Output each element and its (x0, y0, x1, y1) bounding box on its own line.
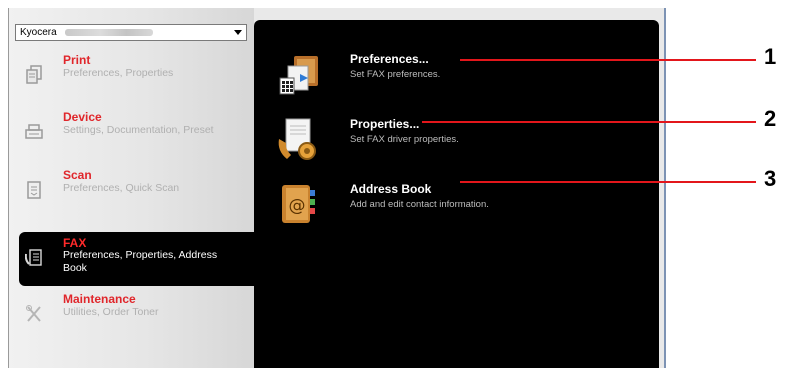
callout-line-2 (422, 121, 756, 123)
fax-panel: Preferences... Set FAX preferences. Prop… (254, 20, 659, 368)
address-book-icon: @ (282, 185, 315, 223)
sidebar-item-title: Maintenance (63, 292, 136, 306)
fax-address-book-option[interactable]: @ Address Book Add and edit contact info… (276, 180, 636, 230)
sidebar-item-scan[interactable]: Scan Preferences, Quick Scan (19, 168, 254, 208)
sidebar-item-title: FAX (63, 236, 87, 250)
callout-number-3: 3 (764, 166, 777, 191)
option-title: Address Book (350, 182, 432, 196)
sidebar-item-subtitle: Preferences, Properties (63, 67, 174, 79)
scan-icon (27, 181, 41, 199)
printer-select[interactable]: Kyocera (15, 24, 247, 41)
svg-text:@: @ (289, 196, 306, 216)
print-icon (26, 65, 42, 84)
tools-icon (26, 305, 41, 322)
sidebar-item-title: Device (63, 110, 102, 124)
redacted-model-name (65, 28, 154, 36)
option-description: Add and edit contact information. (350, 199, 489, 210)
sidebar-item-print[interactable]: Print Preferences, Properties (19, 53, 254, 93)
chevron-down-icon[interactable] (234, 30, 242, 35)
sidebar-item-subtitle: Preferences, Properties, Address Book (63, 249, 218, 274)
option-title: Properties... (350, 117, 420, 131)
fax-preferences-option[interactable]: Preferences... Set FAX preferences. (276, 50, 636, 100)
fax-preferences-icon (279, 56, 318, 95)
sidebar-item-title: Print (63, 53, 91, 67)
sidebar-item-subtitle: Utilities, Order Toner (63, 306, 159, 318)
sidebar-item-fax[interactable]: FAX Preferences, Properties, Address Boo… (19, 232, 264, 286)
app-window: Kyocera Print Preferences, Properties De… (8, 8, 666, 368)
sidebar: Kyocera Print Preferences, Properties De… (9, 8, 264, 368)
sidebar-item-device[interactable]: Device Settings, Documentation, Preset (19, 110, 254, 150)
sidebar-item-subtitle: Settings, Documentation, Preset (63, 124, 214, 136)
option-description: Set FAX preferences. (350, 69, 441, 80)
sidebar-item-subtitle: Preferences, Quick Scan (63, 182, 180, 194)
sidebar-item-title: Scan (63, 168, 92, 182)
callout-number-2: 2 (764, 106, 777, 131)
option-description: Set FAX driver properties. (350, 134, 459, 145)
callout-number-1: 1 (764, 44, 777, 69)
fax-properties-icon (278, 118, 316, 160)
printer-select-value: Kyocera (20, 27, 57, 38)
callout-line-3 (460, 181, 756, 183)
fax-icon (25, 249, 42, 266)
device-icon (25, 124, 43, 139)
sidebar-item-maintenance[interactable]: Maintenance Utilities, Order Toner (19, 292, 254, 332)
callout-line-1 (460, 59, 756, 61)
option-title: Preferences... (350, 52, 429, 66)
